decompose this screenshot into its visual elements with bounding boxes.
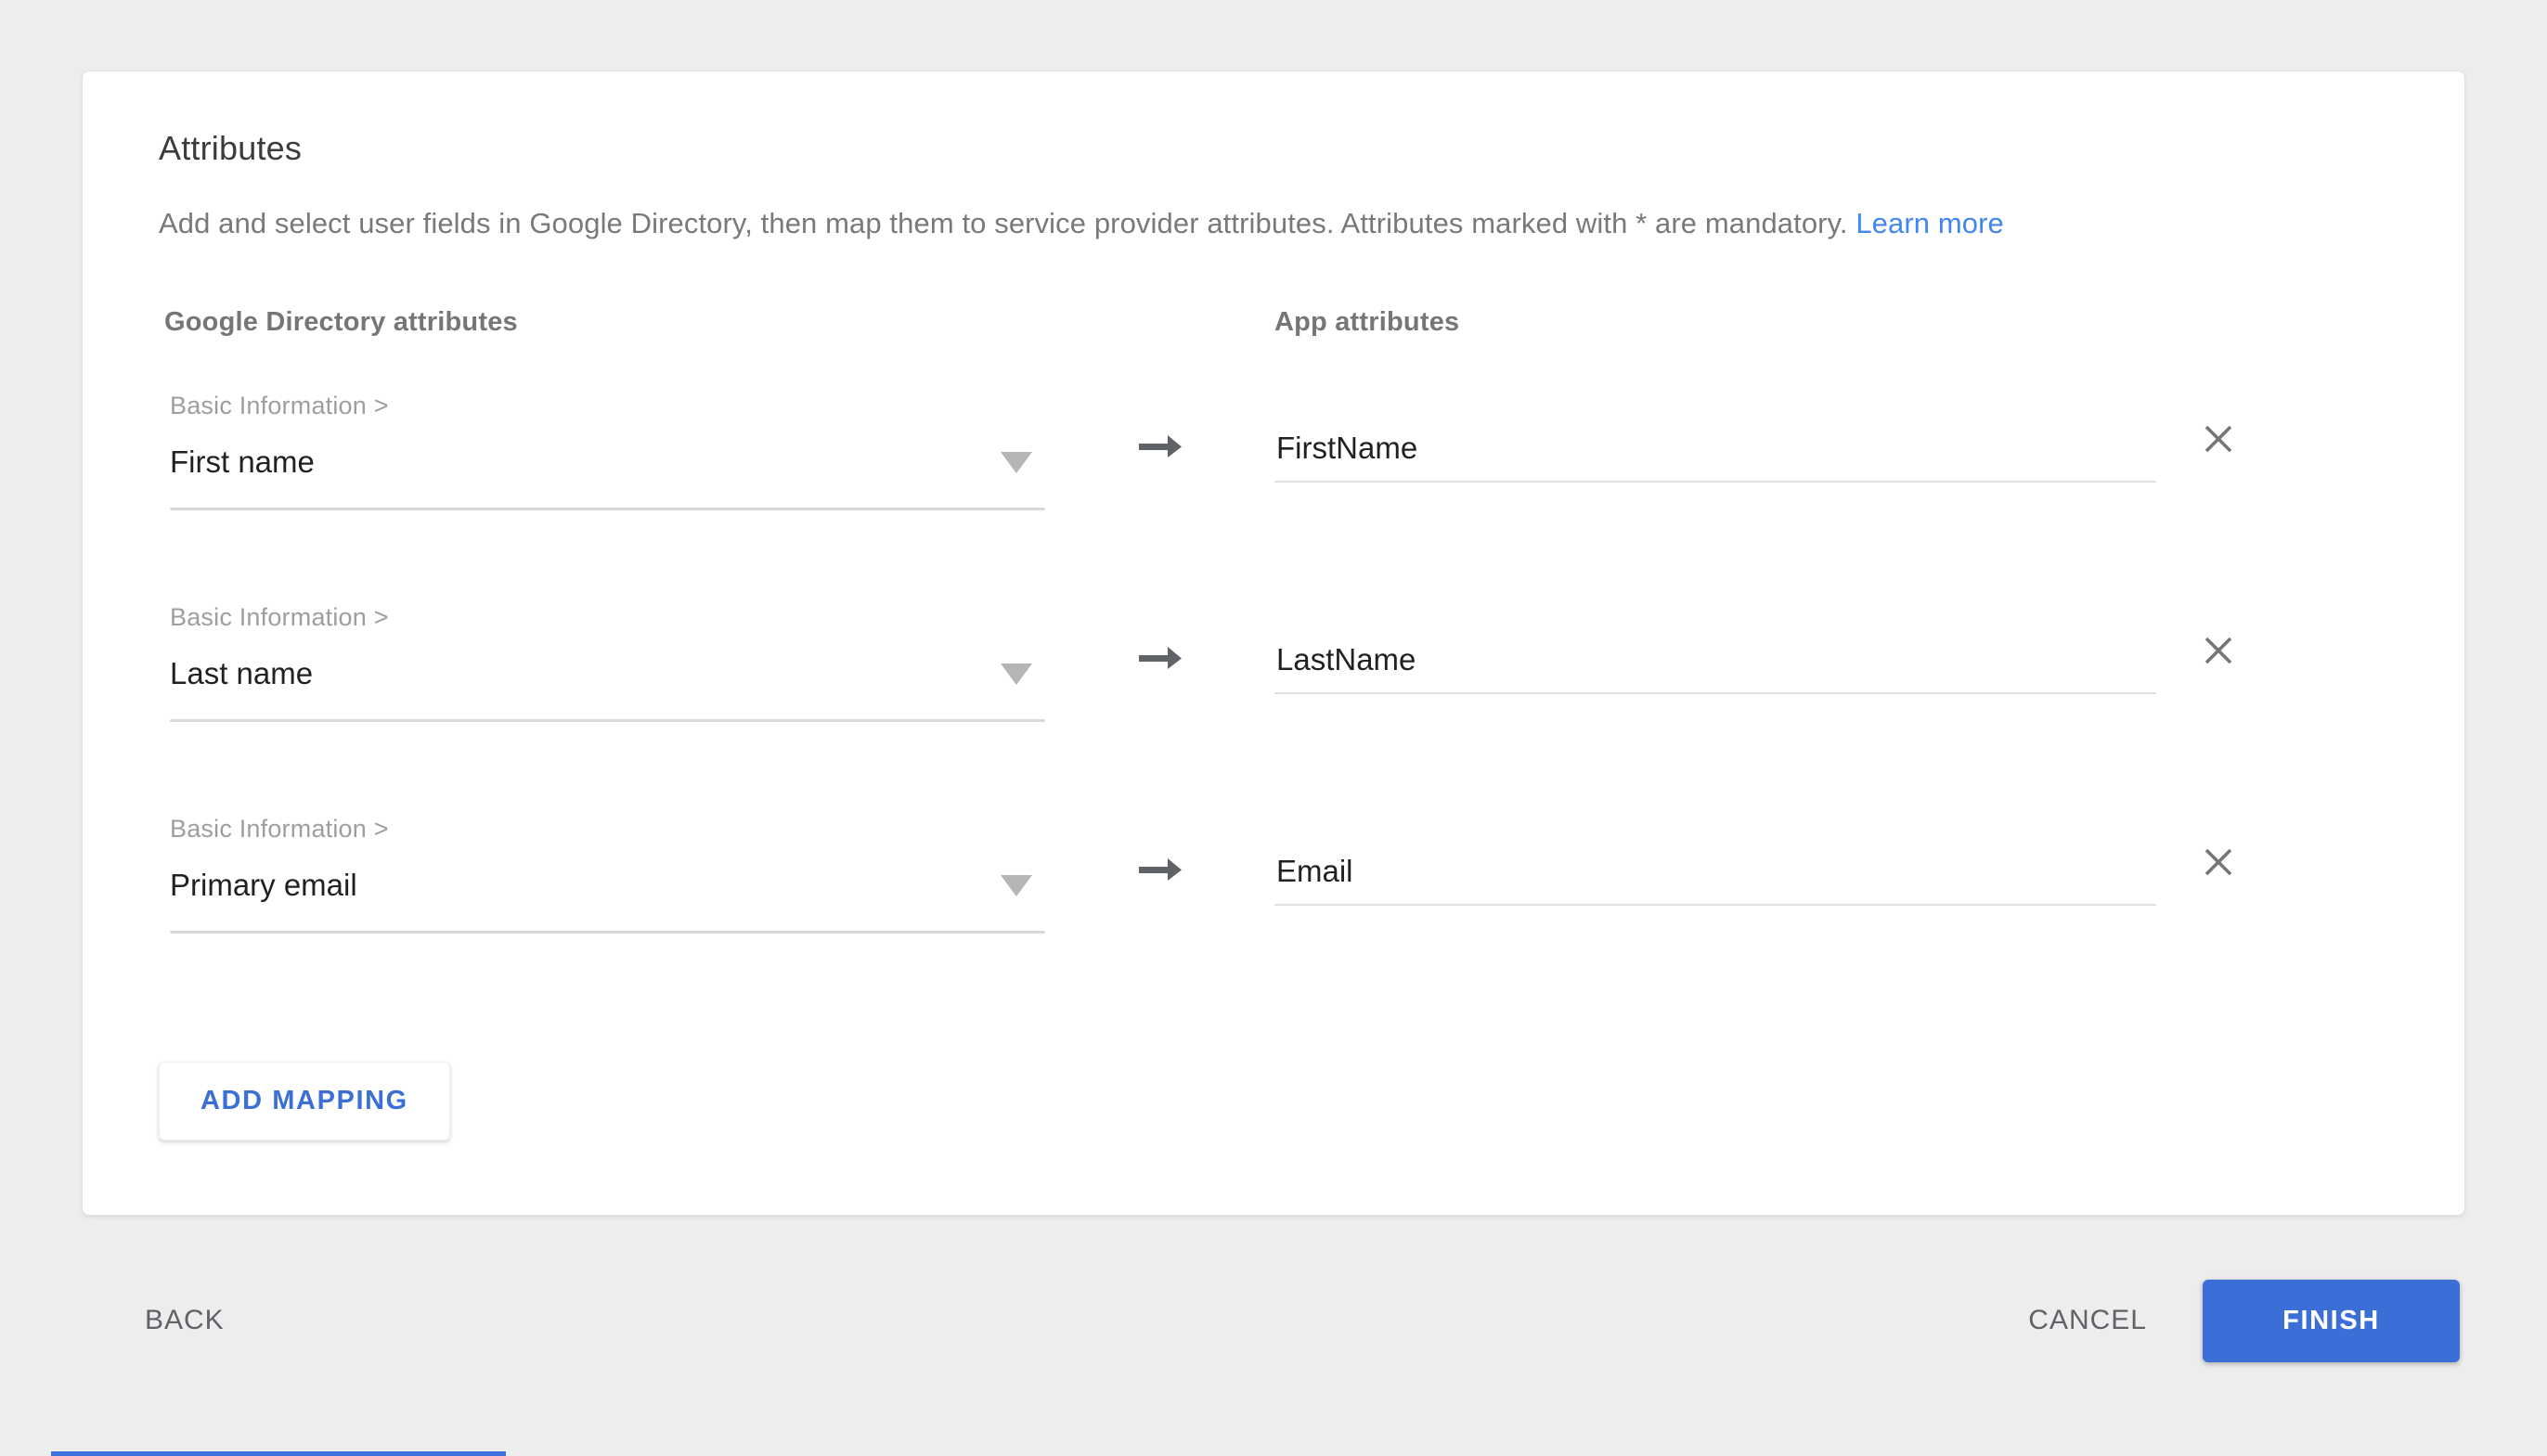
finish-button[interactable]: FINISH — [2203, 1280, 2460, 1362]
google-attribute-select[interactable]: Basic Information > First name — [159, 392, 1045, 510]
attribute-category-label: Basic Information > — [170, 392, 1045, 420]
app-attribute-input[interactable] — [1274, 854, 2156, 906]
selected-google-attribute: Last name — [170, 656, 313, 691]
maps-to-arrow-icon — [1045, 392, 1274, 458]
app-attribute-field — [1274, 392, 2156, 483]
google-attribute-select[interactable]: Basic Information > Primary email — [159, 815, 1045, 934]
cancel-button[interactable]: CANCEL — [2028, 1305, 2147, 1336]
attribute-category-label: Basic Information > — [170, 815, 1045, 844]
google-directory-attributes-header: Google Directory attributes — [159, 307, 1274, 338]
select-value-row: Last name — [170, 656, 1045, 691]
app-attribute-field — [1274, 603, 2156, 694]
attribute-category-label: Basic Information > — [170, 603, 1045, 632]
back-button[interactable]: BACK — [145, 1305, 225, 1336]
card-description: Add and select user fields in Google Dir… — [159, 207, 2388, 240]
select-underline — [170, 508, 1045, 510]
google-attribute-select[interactable]: Basic Information > Last name — [159, 603, 1045, 722]
select-underline — [170, 931, 1045, 934]
remove-mapping-button[interactable] — [2203, 815, 2234, 878]
dropdown-triangle-icon — [1001, 875, 1032, 896]
attribute-mapping-screen: { "page": { "background_color": "#ededed… — [0, 0, 2547, 1456]
x-close-icon — [2203, 846, 2234, 878]
mapping-row: Basic Information > First name — [159, 392, 2388, 510]
attributes-card: Attributes Add and select user fields in… — [82, 71, 2465, 1216]
select-underline — [170, 719, 1045, 722]
remove-mapping-button[interactable] — [2203, 603, 2234, 666]
dropdown-triangle-icon — [1001, 664, 1032, 685]
select-value-row: Primary email — [170, 868, 1045, 903]
page-title: Attributes — [159, 129, 2388, 168]
learn-more-link[interactable]: Learn more — [1855, 207, 2004, 239]
x-close-icon — [2203, 635, 2234, 666]
remove-mapping-button[interactable] — [2203, 392, 2234, 455]
wizard-footer: BACK CANCEL FINISH — [145, 1279, 2460, 1362]
next-section-blue-edge — [51, 1451, 506, 1456]
dropdown-triangle-icon — [1001, 452, 1032, 473]
footer-right-actions: CANCEL FINISH — [2028, 1280, 2460, 1362]
mappings-list: Basic Information > First name Basic I — [159, 392, 2388, 934]
app-attribute-input[interactable] — [1274, 431, 2156, 483]
selected-google-attribute: Primary email — [170, 868, 357, 903]
app-attribute-input[interactable] — [1274, 642, 2156, 694]
add-mapping-button[interactable]: ADD MAPPING — [159, 1062, 450, 1140]
description-text: Add and select user fields in Google Dir… — [159, 207, 1848, 239]
app-attribute-field — [1274, 815, 2156, 906]
maps-to-arrow-icon — [1045, 603, 1274, 670]
mapping-row: Basic Information > Primary email — [159, 815, 2388, 934]
select-value-row: First name — [170, 445, 1045, 480]
selected-google-attribute: First name — [170, 445, 315, 480]
x-close-icon — [2203, 423, 2234, 455]
mapping-row: Basic Information > Last name — [159, 603, 2388, 722]
app-attributes-header: App attributes — [1274, 307, 1459, 338]
maps-to-arrow-icon — [1045, 815, 1274, 882]
columns-header: Google Directory attributes App attribut… — [159, 307, 2388, 338]
